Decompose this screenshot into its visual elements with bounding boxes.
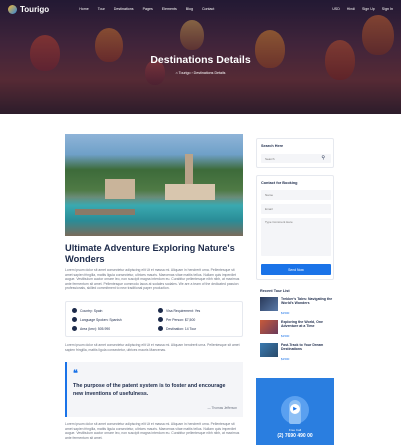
info-area: Area (km²): 505.990 (72, 326, 110, 331)
search-title: Search Here (261, 144, 284, 148)
article-title: Ultimate Adventure Exploring Nature's Wo… (65, 243, 235, 264)
promo-label: Free Call (288, 428, 302, 432)
tour-price: $1500 (281, 334, 290, 338)
breadcrumb-current: Destinations Details (193, 71, 226, 75)
tour-title[interactable]: Exploring the World, One Adventure at a … (281, 320, 333, 329)
tour-title[interactable]: Trekker's Tales: Navigating the World's … (281, 297, 333, 306)
send-button[interactable]: Send Now (261, 264, 331, 275)
info-visa: Visa Requirement: Yes (158, 308, 200, 313)
comment-field[interactable] (261, 218, 331, 256)
tour-thumbnail (260, 320, 278, 334)
recent-tours-title: Recent Tour List (260, 289, 290, 293)
map-pin-icon (158, 326, 163, 331)
tour-thumbnail (260, 343, 278, 357)
currency-select[interactable]: USD (332, 7, 340, 11)
menu-item-blog[interactable]: Blog (186, 7, 193, 11)
signup-link[interactable]: Sign Up (362, 7, 375, 11)
area-icon (72, 326, 77, 331)
recent-tour-item[interactable]: Exploring the World, One Adventure at a … (260, 320, 334, 340)
language-icon (72, 317, 77, 322)
passport-icon (158, 308, 163, 313)
search-icon[interactable]: ⚲ (321, 155, 325, 161)
destination-image (65, 134, 243, 236)
breadcrumb: ⌂ Tourigo › Destinations Details (175, 71, 226, 75)
tour-title[interactable]: Fast-Track to Your Dream Destinations (281, 343, 333, 352)
page-title: Destinations Details (150, 54, 251, 66)
top-navbar: Tourigo Home Tour Destinations Pages Ele… (0, 0, 401, 18)
play-icon[interactable]: ▶ (290, 404, 300, 414)
info-language: Language Spoken: Spanish (72, 317, 122, 322)
promo-phone[interactable]: (2) 7690 490 00 (256, 433, 334, 439)
quote-icon: ❝ (73, 368, 78, 378)
info-destination: Destination: 14 Tour (158, 326, 196, 331)
destination-info-box: Country: Spain Visa Requirement: Yes Lan… (65, 301, 243, 337)
tour-thumbnail (260, 297, 278, 311)
signin-link[interactable]: Sign In (382, 7, 393, 11)
booking-widget: Contact for Booking Send Now (256, 175, 334, 280)
logo-text: Tourigo (20, 4, 50, 14)
menu-item-home[interactable]: Home (79, 7, 89, 11)
language-select[interactable]: Hindi (347, 7, 355, 11)
tour-price: $1500 (281, 357, 290, 361)
globe-icon (72, 308, 77, 313)
article-paragraph-1: Lorem ipsum dolor sit amet consectetur a… (65, 268, 240, 291)
recent-tour-item[interactable]: Fast-Track to Your Dream Destinations $1… (260, 343, 334, 363)
quote-text: The purpose of the patent system is to f… (73, 383, 226, 397)
email-field[interactable] (261, 204, 331, 214)
search-widget: Search Here ⚲ (256, 138, 334, 168)
site-logo[interactable]: Tourigo (8, 4, 50, 14)
article-paragraph-3: Lorem ipsum dolor sit amet consectetur a… (65, 422, 240, 440)
tour-price: $1500 (281, 311, 290, 315)
menu-item-tour[interactable]: Tour (98, 7, 105, 11)
booking-title: Contact for Booking (261, 181, 298, 185)
info-country: Country: Spain (72, 308, 102, 313)
breadcrumb-home[interactable]: Tourigo (179, 71, 191, 75)
menu-item-contact[interactable]: Contact (202, 7, 214, 11)
article-paragraph-2: Lorem ipsum dolor sit amet consectetur a… (65, 343, 240, 352)
home-icon: ⌂ (175, 71, 178, 75)
menu-item-elements[interactable]: Elements (162, 7, 177, 11)
price-icon (158, 317, 163, 322)
quote-author: — Thomas Jefferson (207, 406, 237, 410)
name-field[interactable] (261, 190, 331, 200)
menu-item-destinations[interactable]: Destinations (114, 7, 134, 11)
main-menu: Home Tour Destinations Pages Elements Bl… (79, 7, 214, 11)
call-promo-banner: ▶ Free Call (2) 7690 490 00 (256, 378, 334, 445)
recent-tour-item[interactable]: Trekker's Tales: Navigating the World's … (260, 297, 334, 317)
info-price: Per Person: $7,500 (158, 317, 195, 322)
logo-icon (8, 4, 17, 14)
blockquote: ❝ The purpose of the patent system is to… (65, 362, 243, 417)
menu-item-pages[interactable]: Pages (143, 7, 153, 11)
